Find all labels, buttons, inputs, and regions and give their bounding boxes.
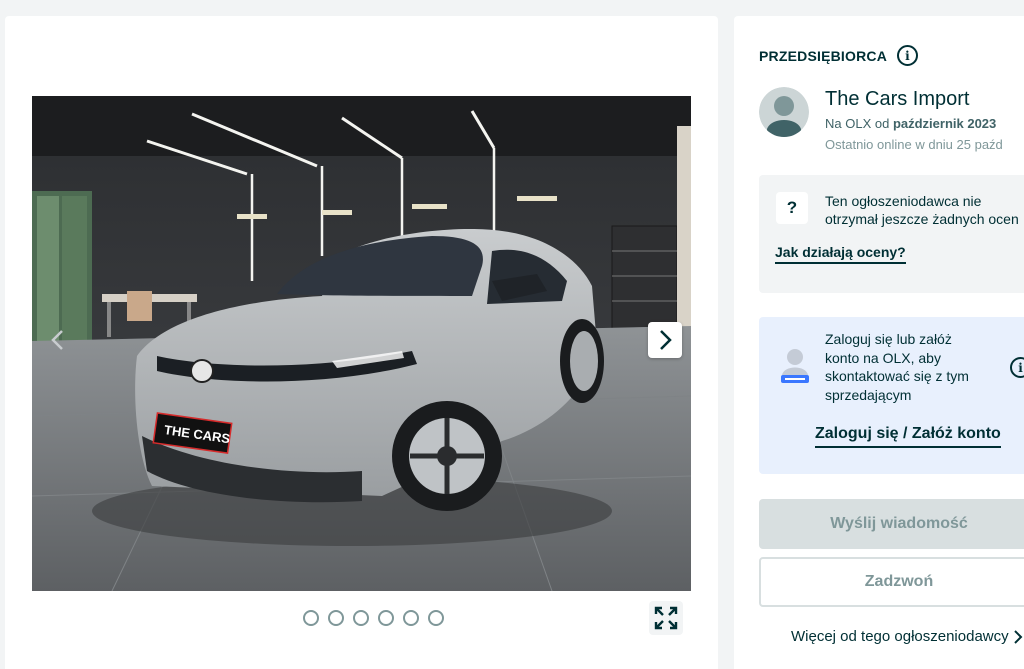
expand-icon <box>654 606 678 630</box>
info-icon[interactable]: i <box>897 45 919 66</box>
photo-dot[interactable] <box>378 610 394 626</box>
question-icon: ? <box>776 192 808 224</box>
photo-dot[interactable] <box>328 610 344 626</box>
ratings-box: ? Ten ogłoszeniodawca nie otrzymał jeszc… <box>759 175 1024 293</box>
photo-dot[interactable] <box>428 610 444 626</box>
seller-type: PRZEDSIĘBIORCA i <box>759 45 919 66</box>
chevron-right-icon <box>1013 629 1023 644</box>
how-ratings-work-link[interactable]: Jak działają oceny? <box>775 244 906 264</box>
seller-last-online: Ostatnio online w dniu 25 paźd <box>825 137 1003 152</box>
seller-card: PRZEDSIĘBIORCA i The Cars Import Na OLX … <box>734 16 1024 669</box>
seller-name[interactable]: The Cars Import <box>825 88 969 111</box>
photo-pagination <box>303 610 444 626</box>
photo-dot[interactable] <box>403 610 419 626</box>
gallery-card: THE CARS <box>5 16 718 669</box>
chevron-left-icon <box>51 330 63 350</box>
login-prompt-text: Zaloguj się lub załóż konto na OLX, aby … <box>825 331 969 403</box>
chevron-right-icon <box>660 330 672 350</box>
fullscreen-button[interactable] <box>649 601 683 635</box>
call-button[interactable]: Zadzwoń <box>759 557 1024 607</box>
login-box: Zaloguj się lub załóż konto na OLX, aby … <box>759 317 1024 474</box>
photo-dot[interactable] <box>353 610 369 626</box>
photo-dot[interactable] <box>303 610 319 626</box>
seller-type-label: PRZEDSIĘBIORCA <box>759 47 888 64</box>
next-photo-button[interactable] <box>648 322 682 358</box>
car-photo-illustration: THE CARS <box>32 96 691 591</box>
seller-avatar[interactable] <box>759 87 809 137</box>
avatar-placeholder-icon <box>759 87 809 137</box>
seller-since: Na OLX od październik 2023 <box>825 116 997 131</box>
more-from-seller-link[interactable]: Więcej od tego ogłoszeniodawcy <box>791 628 1023 645</box>
info-icon[interactable]: i <box>1010 357 1024 378</box>
login-register-link[interactable]: Zaloguj się / Załóż konto <box>815 425 1001 448</box>
prev-photo-button[interactable] <box>41 322 75 358</box>
send-message-button[interactable]: Wyślij wiadomość <box>759 499 1024 549</box>
user-illustration-icon <box>779 347 811 392</box>
ratings-text: Ten ogłoszeniodawca nie otrzymał jeszcze… <box>825 193 1019 227</box>
listing-photo[interactable]: THE CARS <box>32 96 691 591</box>
